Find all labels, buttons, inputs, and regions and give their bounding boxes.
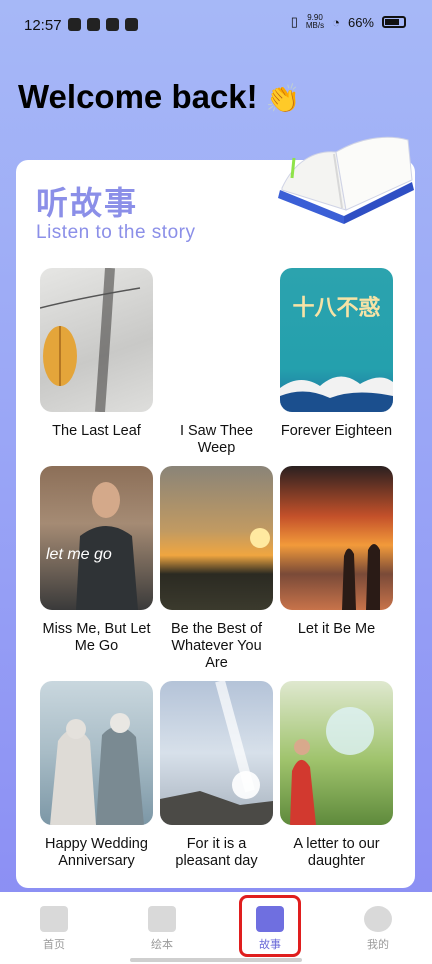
story-cover[interactable] [280,681,393,825]
welcome-heading: Welcome back! 👏 [18,78,301,115]
story-item[interactable]: Happy Wedding Anniversary [40,681,153,870]
story-item[interactable]: The Last Leaf [40,268,153,440]
story-item[interactable]: let me go Miss Me, But Let Me Go [40,466,153,655]
nav-home[interactable]: 首页 [24,906,84,952]
story-title: Be the Best of Whatever You Are [170,621,263,671]
battery-icon [382,16,406,28]
home-icon [40,906,68,932]
story-item[interactable]: For it is a pleasant day [160,681,273,870]
story-item[interactable]: A letter to our daughter [280,681,393,870]
story-cover[interactable] [160,681,273,825]
battery-percent: 66% [347,14,374,30]
vibrate-icon: ▯ [290,14,298,29]
wifi-icon: ◔ [332,14,340,30]
nav-picture-book[interactable]: 绘本 [132,906,192,952]
bottom-nav: 首页 绘本 故事 我的 [0,892,432,964]
story-cover[interactable] [160,268,273,412]
cover-title-text: let me go [46,546,112,563]
story-item[interactable]: I Saw Thee Weep [160,268,273,457]
nav-label: 首页 [43,939,65,951]
clock: 12:57 [24,17,62,34]
story-card: 听故事 Listen to the story The Last Leaf I … [16,136,415,888]
notification-icon [106,18,119,31]
wechat-icon [125,18,138,31]
story-item[interactable]: Let it Be Me [280,466,393,638]
story-cover[interactable]: 十八不惑 [280,268,393,412]
notification-icon [87,18,100,31]
story-cover[interactable]: let me go [40,466,153,610]
selection-highlight [239,895,301,957]
status-bar: 12:57 ▯ 9.90 MB/s ◔ 66% [0,0,432,52]
story-title: For it is a pleasant day [175,836,258,869]
story-cover[interactable] [280,466,393,610]
system-indicators: ▯ 9.90 MB/s ◔ 66% [291,14,406,30]
home-indicator[interactable] [130,958,302,962]
story-title: Let it Be Me [297,621,376,637]
section-title: 听故事 [36,185,139,221]
notification-icon [68,18,81,31]
open-book-icon [278,136,414,224]
story-title: The Last Leaf [52,423,141,439]
network-speed: 9.90 MB/s [305,13,325,30]
story-item[interactable]: 十八不惑 Forever Eighteen [280,268,393,440]
section-subtitle: Listen to the story [36,222,196,243]
story-cover[interactable] [160,466,273,610]
profile-icon [364,906,392,932]
story-title: A letter to our daughter [293,836,380,869]
picture-book-icon [148,906,176,932]
nav-label: 绘本 [151,939,173,951]
clap-emoji: 👏 [265,83,301,114]
story-title: Forever Eighteen [280,423,393,439]
story-item[interactable]: Be the Best of Whatever You Are [160,466,273,672]
story-cover[interactable] [40,268,153,412]
nav-label: 我的 [367,939,389,951]
notification-icons [68,18,138,31]
story-title: I Saw Thee Weep [179,423,254,456]
nav-profile[interactable]: 我的 [348,906,408,952]
story-title: Happy Wedding Anniversary [45,836,148,869]
story-cover[interactable] [40,681,153,825]
story-title: Miss Me, But Let Me Go [42,621,151,654]
